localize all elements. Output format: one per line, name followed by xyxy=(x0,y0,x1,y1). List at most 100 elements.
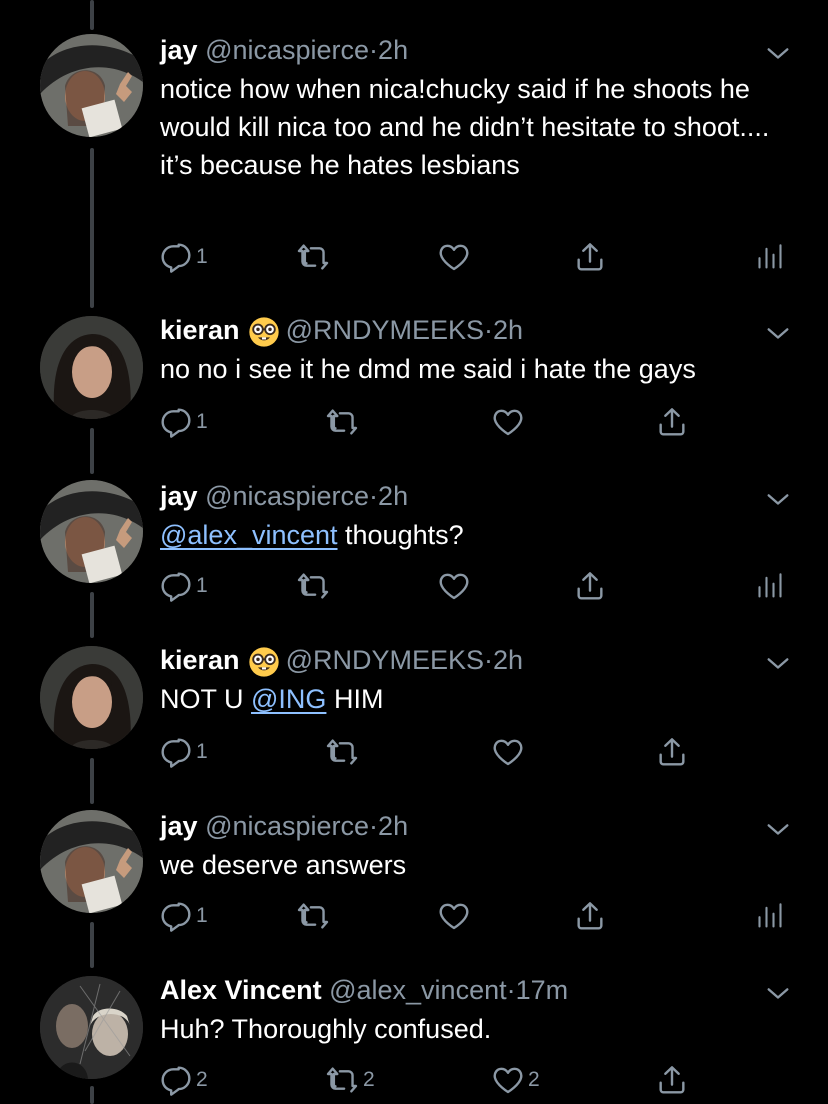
action-bar: 2 2 2 xyxy=(0,1060,828,1100)
analytics-icon xyxy=(756,900,784,932)
share-icon xyxy=(574,900,606,932)
display-name[interactable]: jay xyxy=(160,481,198,511)
display-name[interactable]: Alex Vincent xyxy=(160,975,322,1005)
retweet-icon xyxy=(325,1064,359,1096)
like-button[interactable] xyxy=(438,237,474,277)
share-icon xyxy=(574,570,606,602)
chevron-down-icon[interactable] xyxy=(764,816,792,844)
reply-count: 1 xyxy=(196,410,208,433)
reply-button[interactable]: 1 xyxy=(160,402,208,442)
display-name[interactable]: jay xyxy=(160,811,198,841)
reply-icon xyxy=(160,406,192,438)
username[interactable]: @RNDYMEEKS xyxy=(286,645,484,675)
timestamp[interactable]: 2h xyxy=(378,811,408,841)
action-bar: 1 xyxy=(0,566,828,606)
like-button[interactable] xyxy=(492,402,528,442)
heart-icon xyxy=(438,241,470,273)
mention-link[interactable]: @alex_vincent xyxy=(160,520,338,550)
tweet-header: kieran @RNDYMEEKS·2h xyxy=(160,640,523,680)
timestamp[interactable]: 17m xyxy=(516,975,569,1005)
heart-icon xyxy=(438,570,470,602)
timestamp[interactable]: 2h xyxy=(493,315,523,345)
separator-dot: · xyxy=(484,645,494,675)
tweet-text: we deserve answers xyxy=(160,850,407,880)
display-name[interactable]: kieran xyxy=(160,645,240,675)
share-button[interactable] xyxy=(574,237,606,277)
share-button[interactable] xyxy=(656,732,688,772)
retweet-button[interactable] xyxy=(325,732,363,772)
tweet-text: NOT U @ING HIM xyxy=(160,680,800,718)
heart-icon xyxy=(492,1064,524,1096)
mention-link[interactable]: @ING xyxy=(251,684,326,714)
heart-icon xyxy=(492,406,524,438)
reply-button[interactable]: 2 xyxy=(160,1060,208,1100)
thread-line xyxy=(90,148,94,308)
action-bar: 1 xyxy=(0,896,828,936)
retweet-button[interactable]: 2 xyxy=(325,1060,375,1100)
share-button[interactable] xyxy=(574,566,606,606)
reply-button[interactable]: 1 xyxy=(160,732,208,772)
like-count: 2 xyxy=(528,1068,540,1091)
reply-button[interactable]: 1 xyxy=(160,566,208,606)
retweet-icon xyxy=(296,241,330,273)
action-bar: 1 xyxy=(0,732,828,772)
retweet-button[interactable] xyxy=(296,566,334,606)
tweet-text-segment: thoughts? xyxy=(337,520,464,550)
username[interactable]: @nicaspierce xyxy=(205,35,369,65)
username[interactable]: @alex_vincent xyxy=(329,975,507,1005)
chevron-down-icon[interactable] xyxy=(764,486,792,514)
like-button[interactable] xyxy=(438,566,474,606)
reply-count: 1 xyxy=(196,574,208,597)
reply-icon xyxy=(160,900,192,932)
username[interactable]: @RNDYMEEKS xyxy=(286,315,484,345)
reply-button[interactable]: 1 xyxy=(160,237,208,277)
reply-count: 2 xyxy=(196,1068,208,1091)
separator-dot: · xyxy=(369,811,379,841)
analytics-button[interactable] xyxy=(756,237,784,277)
chevron-down-icon[interactable] xyxy=(764,320,792,348)
tweet-header: kieran @RNDYMEEKS·2h xyxy=(160,310,523,350)
display-name[interactable]: kieran xyxy=(160,315,240,345)
separator-dot: · xyxy=(369,481,379,511)
display-name[interactable]: jay xyxy=(160,35,198,65)
share-button[interactable] xyxy=(656,402,688,442)
share-icon xyxy=(574,241,606,273)
username[interactable]: @nicaspierce xyxy=(205,481,369,511)
share-button[interactable] xyxy=(574,896,606,936)
retweet-button[interactable] xyxy=(296,237,334,277)
analytics-button[interactable] xyxy=(756,566,784,606)
username[interactable]: @nicaspierce xyxy=(205,811,369,841)
tweet-header: jay @nicaspierce·2h xyxy=(160,476,408,516)
reply-count: 1 xyxy=(196,740,208,763)
retweet-button[interactable] xyxy=(325,402,363,442)
timestamp[interactable]: 2h xyxy=(378,35,408,65)
reply-button[interactable]: 1 xyxy=(160,896,208,936)
like-button[interactable] xyxy=(492,732,528,772)
share-button[interactable] xyxy=(656,1060,688,1100)
separator-dot: · xyxy=(369,35,379,65)
heart-icon xyxy=(492,736,524,768)
like-button[interactable] xyxy=(438,896,474,936)
reply-count: 1 xyxy=(196,245,208,268)
retweet-button[interactable] xyxy=(296,896,334,936)
analytics-button[interactable] xyxy=(756,896,784,936)
retweet-icon xyxy=(325,406,359,438)
share-icon xyxy=(656,1064,688,1096)
tweet-text: notice how when nica!chucky said if he s… xyxy=(160,74,770,180)
separator-dot: · xyxy=(484,315,494,345)
timestamp[interactable]: 2h xyxy=(378,481,408,511)
timestamp[interactable]: 2h xyxy=(493,645,523,675)
chevron-down-icon[interactable] xyxy=(764,40,792,68)
avatar[interactable] xyxy=(40,34,143,137)
tweet-header: jay @nicaspierce·2h xyxy=(160,806,408,846)
tweet-header: Alex Vincent @alex_vincent·17m xyxy=(160,970,568,1010)
reply-icon xyxy=(160,570,192,602)
like-button[interactable]: 2 xyxy=(492,1060,540,1100)
chevron-down-icon[interactable] xyxy=(764,650,792,678)
separator-dot: · xyxy=(506,975,516,1005)
heart-icon xyxy=(438,900,470,932)
analytics-icon xyxy=(756,570,784,602)
action-bar: 1 xyxy=(0,237,828,277)
chevron-down-icon[interactable] xyxy=(764,980,792,1008)
reply-icon xyxy=(160,736,192,768)
